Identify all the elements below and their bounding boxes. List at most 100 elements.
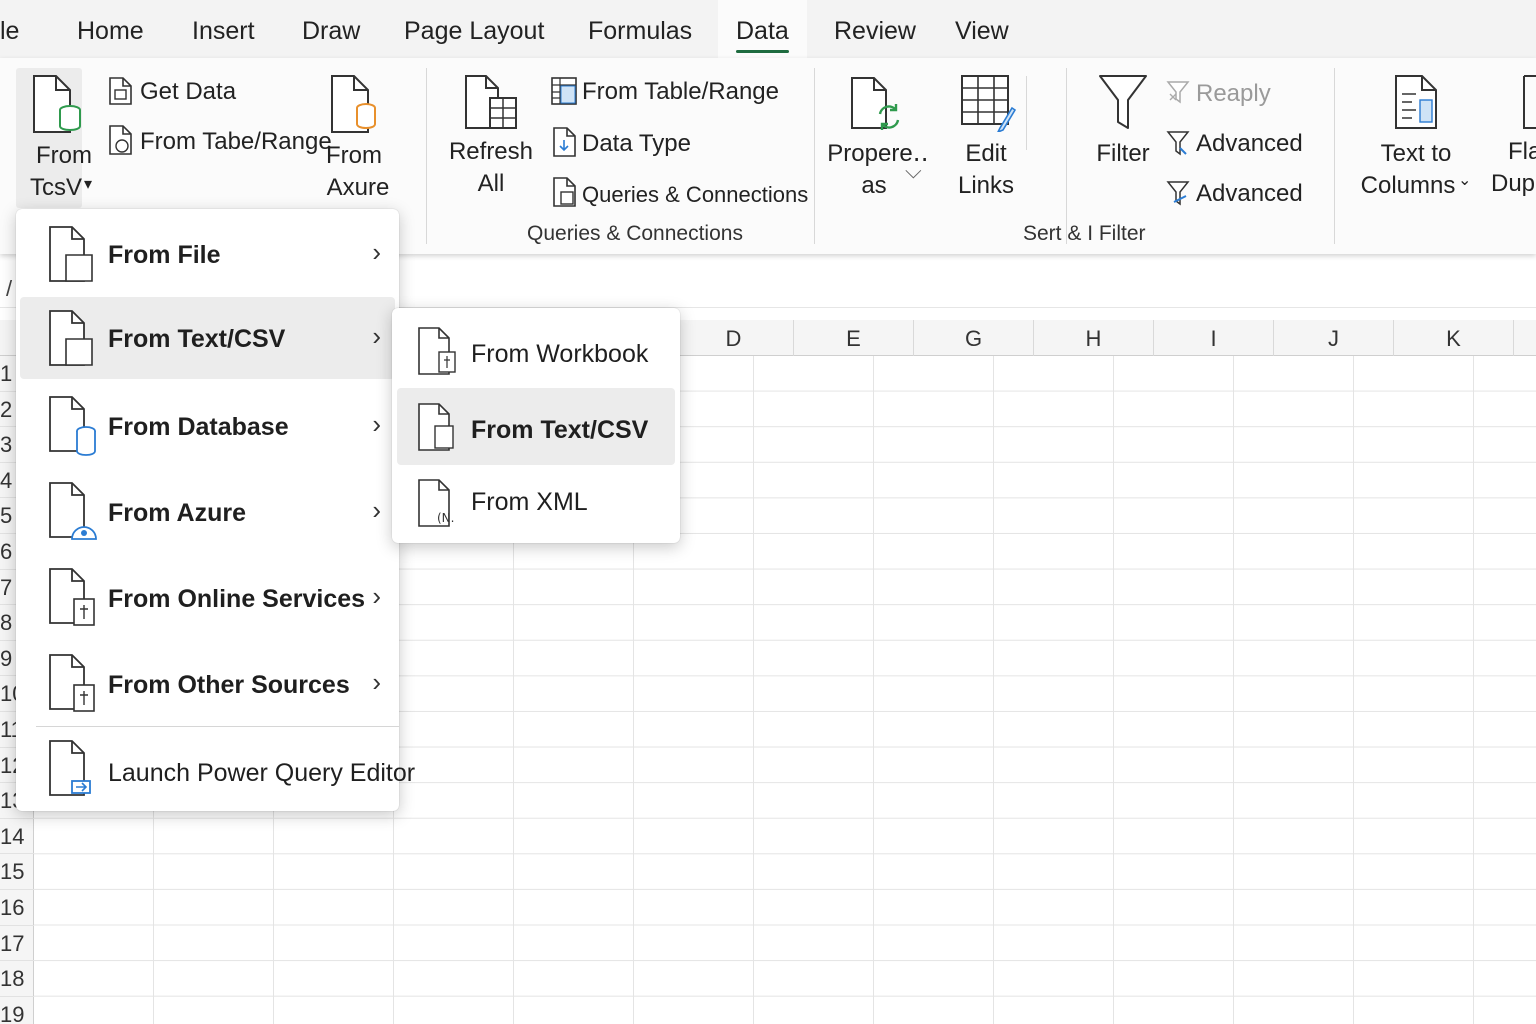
advanced-button[interactable]: Advanced [1196, 130, 1303, 158]
advanced-button-2[interactable]: Advanced [1196, 180, 1303, 208]
properties-label-2[interactable]: as [846, 170, 902, 202]
ribbon-tab-bar: le Home Insert Draw Page Layout Formulas… [0, 0, 1536, 58]
properties-icon [850, 76, 906, 134]
tab-review[interactable]: Review [834, 0, 916, 58]
refresh-all-label-2[interactable]: All [444, 168, 538, 200]
reapply-button[interactable]: Reaply [1196, 80, 1271, 108]
xml-icon: (N. [417, 478, 461, 533]
edit-links-label-1[interactable]: Edit [940, 138, 1032, 170]
from-table-range-button[interactable]: From Table/Range [582, 78, 779, 106]
menu-item-label: From Azure [108, 499, 246, 527]
column-header-j[interactable]: J [1274, 320, 1394, 356]
tab-data[interactable]: Data [718, 0, 807, 58]
tab-file[interactable]: le [0, 0, 19, 58]
queries-group-name: Queries & Connections [527, 222, 743, 245]
menu-item-from-other-sources[interactable]: From Other Sources › [20, 641, 395, 725]
filter-button[interactable]: Filter [1082, 138, 1164, 170]
tab-view[interactable]: View [955, 0, 1009, 58]
column-header-d[interactable]: D [674, 320, 794, 356]
column-header-k[interactable]: K [1394, 320, 1514, 356]
tab-formulas[interactable]: Formulas [588, 0, 692, 58]
chevron-right-icon: › [372, 581, 381, 611]
ribbon-separator [1026, 76, 1027, 150]
workbook-icon [417, 326, 459, 381]
advanced-filter-icon [1166, 130, 1190, 158]
column-header-h[interactable]: H [1034, 320, 1154, 356]
text-to-columns-label-1[interactable]: Text to [1366, 138, 1466, 170]
refresh-all-label-1[interactable]: Refresh [444, 136, 538, 168]
from-table-icon [108, 124, 136, 156]
dropdown-caret-icon[interactable]: ▾ [84, 174, 92, 194]
ribbon-separator [426, 68, 427, 244]
ribbon-separator [1334, 68, 1335, 244]
chevron-right-icon: › [372, 237, 381, 267]
chevron-right-icon: › [372, 321, 381, 351]
from-text-csv-submenu: From Workbook From Text/CSV (N. From XML [392, 308, 680, 543]
menu-item-label: From File [108, 241, 221, 269]
other-sources-icon [48, 653, 98, 720]
column-header-g[interactable]: G [914, 320, 1034, 356]
power-query-icon [48, 739, 98, 806]
submenu-item-from-text-csv[interactable]: From Text/CSV [397, 388, 675, 465]
submenu-item-label: From Text/CSV [471, 416, 649, 444]
chevron-down-icon[interactable]: ⌄ [1458, 170, 1471, 190]
text-csv-icon [48, 309, 94, 372]
menu-item-from-online-services[interactable]: From Online Services › [20, 555, 395, 639]
menu-item-label: Launch Power Query Editor [108, 759, 416, 787]
ribbon-separator [1066, 68, 1067, 244]
azure-icon [48, 481, 98, 548]
menu-item-label: From Online Services [108, 585, 366, 613]
row-header[interactable]: 16 [0, 890, 34, 926]
from-axure-label-2[interactable]: Axure [318, 172, 398, 204]
from-tcsv-label-1: From [36, 142, 92, 169]
flash-fill-label-2[interactable]: Dup [1491, 170, 1535, 198]
submenu-item-label: From Workbook [471, 340, 649, 368]
submenu-item-from-xml[interactable]: (N. From XML [397, 468, 675, 538]
menu-item-from-database[interactable]: From Database › [20, 383, 395, 467]
from-axure-label-1[interactable]: From [316, 140, 392, 172]
svg-text:(N.: (N. [437, 511, 454, 525]
row-header[interactable]: 17 [0, 926, 34, 962]
text-csv-icon [417, 402, 459, 457]
tab-draw[interactable]: Draw [302, 0, 360, 58]
from-tabe-range-button[interactable]: From Tabe/Range [140, 128, 332, 156]
menu-divider [36, 726, 399, 727]
tab-insert[interactable]: Insert [192, 0, 255, 58]
menu-item-label: From Text/CSV [108, 325, 286, 353]
name-box[interactable]: / [6, 276, 12, 302]
chevron-right-icon: › [372, 409, 381, 439]
get-data-icon [108, 76, 134, 106]
menu-item-label: From Other Sources [108, 671, 350, 699]
sort-filter-group-name: Sert & I Filter [1023, 222, 1146, 245]
row-header[interactable]: 14 [0, 819, 34, 855]
filter-icon [1098, 74, 1148, 132]
chevron-right-icon: › [372, 495, 381, 525]
queries-connections-button[interactable]: Queries & Connections [582, 182, 808, 208]
submenu-item-from-workbook[interactable]: From Workbook [397, 312, 675, 388]
advanced-filter-icon [1166, 180, 1190, 208]
menu-item-launch-power-query-editor[interactable]: Launch Power Query Editor [20, 729, 415, 809]
text-to-columns-label-2[interactable]: Columns [1358, 170, 1458, 202]
tab-page-layout[interactable]: Page Layout [404, 0, 544, 58]
queries-connections-icon [552, 176, 578, 208]
column-header-i[interactable]: I [1154, 320, 1274, 356]
flash-fill-label-1[interactable]: Fla [1508, 138, 1536, 166]
chevron-right-icon: › [372, 667, 381, 697]
row-header[interactable]: 19 [0, 997, 34, 1024]
edit-links-label-2[interactable]: Links [940, 170, 1032, 202]
data-type-icon [552, 126, 578, 158]
database-icon [48, 395, 98, 462]
menu-item-from-text-csv[interactable]: From Text/CSV › [20, 297, 395, 379]
text-to-columns-icon [1394, 74, 1444, 132]
row-header[interactable]: 18 [0, 961, 34, 997]
table-range-icon [550, 76, 578, 106]
file-database-icon [32, 74, 84, 134]
get-data-button[interactable]: Get Data [140, 78, 236, 106]
row-header[interactable]: 15 [0, 854, 34, 890]
chevron-down-icon[interactable]: ⌵ [905, 158, 922, 184]
column-header-e[interactable]: E [794, 320, 914, 356]
data-type-button[interactable]: Data Type [582, 130, 691, 158]
menu-item-from-azure[interactable]: From Azure › [20, 469, 395, 553]
tab-home[interactable]: Home [77, 0, 144, 58]
menu-item-from-file[interactable]: From File › [20, 213, 395, 297]
